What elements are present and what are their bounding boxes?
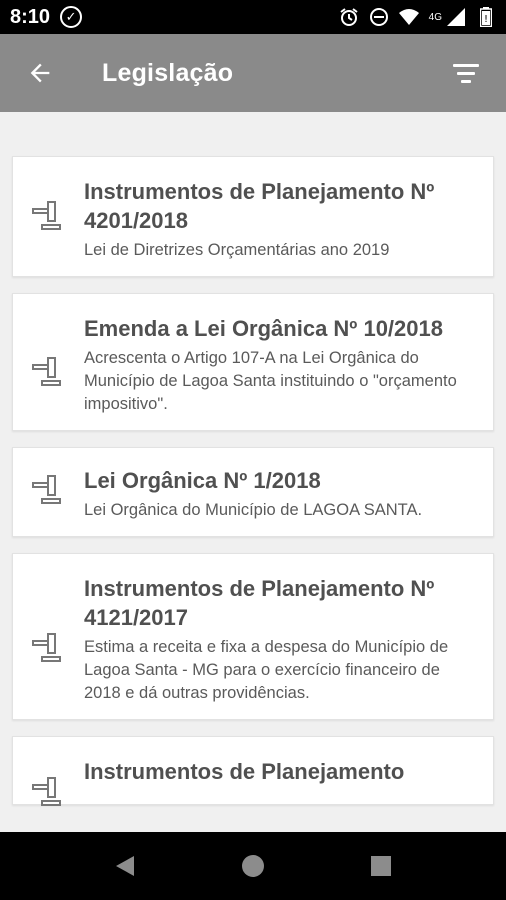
- status-icons: 4G !: [339, 7, 496, 27]
- svg-text:!: !: [484, 14, 488, 25]
- do-not-disturb-icon: [369, 7, 389, 27]
- battery-icon: !: [476, 7, 496, 27]
- item-title: Instrumentos de Planejamento: [84, 759, 405, 784]
- back-button[interactable]: [20, 53, 60, 93]
- filter-icon-line-3: [461, 79, 471, 83]
- status-bar: 8:10 ✓ 4G !: [0, 0, 506, 34]
- nav-home-button[interactable]: [233, 846, 273, 886]
- list-item[interactable]: Instrumentos de Planejamento Nº 4121/201…: [12, 553, 494, 720]
- list-item[interactable]: Instrumentos de Planejamento: [12, 736, 494, 806]
- item-title: Emenda a Lei Orgânica Nº 10/2018: [84, 316, 443, 341]
- square-recents-icon: [371, 856, 391, 876]
- alarm-icon: [339, 7, 359, 27]
- item-description: Acrescenta o Artigo 107-A na Lei Orgânic…: [84, 349, 457, 413]
- list-item[interactable]: Lei Orgânica Nº 1/2018 Lei Orgânica do M…: [12, 447, 494, 537]
- status-time: 8:10: [10, 5, 51, 28]
- circle-home-icon: [242, 855, 264, 877]
- item-title: Instrumentos de Planejamento Nº 4121/201…: [84, 576, 435, 630]
- filter-icon-line-2: [457, 71, 475, 75]
- check-circle-icon: ✓: [60, 6, 83, 28]
- triangle-back-icon: [116, 856, 134, 876]
- gavel-icon: [32, 475, 61, 504]
- signal-icon: [446, 7, 466, 27]
- network-type: 4G: [428, 11, 442, 23]
- navigation-bar: [0, 832, 506, 900]
- list-item[interactable]: Instrumentos de Planejamento Nº 4201/201…: [12, 156, 494, 277]
- item-description: Estima a receita e fixa a despesa do Mun…: [84, 638, 449, 702]
- wifi-icon: [398, 7, 419, 27]
- item-title: Lei Orgânica Nº 1/2018: [84, 468, 321, 493]
- nav-back-button[interactable]: [105, 846, 145, 886]
- item-description: Lei de Diretrizes Orçamentárias ano 2019: [84, 241, 390, 259]
- item-description: Lei Orgânica do Município de LAGOA SANTA…: [84, 501, 423, 519]
- gavel-icon: [32, 777, 61, 806]
- app-bar: Legislação: [0, 34, 506, 112]
- list-item[interactable]: Emenda a Lei Orgânica Nº 10/2018 Acresce…: [12, 293, 494, 431]
- nav-recents-button[interactable]: [361, 846, 401, 886]
- arrow-back-icon: [30, 63, 50, 83]
- gavel-icon: [32, 201, 61, 230]
- gavel-icon: [32, 633, 61, 662]
- gavel-icon: [32, 357, 61, 386]
- filter-button[interactable]: [446, 53, 486, 93]
- page-title: Legislação: [102, 58, 234, 87]
- filter-icon-line-1: [453, 63, 479, 67]
- item-title: Instrumentos de Planejamento Nº 4201/201…: [84, 179, 435, 233]
- legislation-list: Instrumentos de Planejamento Nº 4201/201…: [0, 112, 506, 832]
